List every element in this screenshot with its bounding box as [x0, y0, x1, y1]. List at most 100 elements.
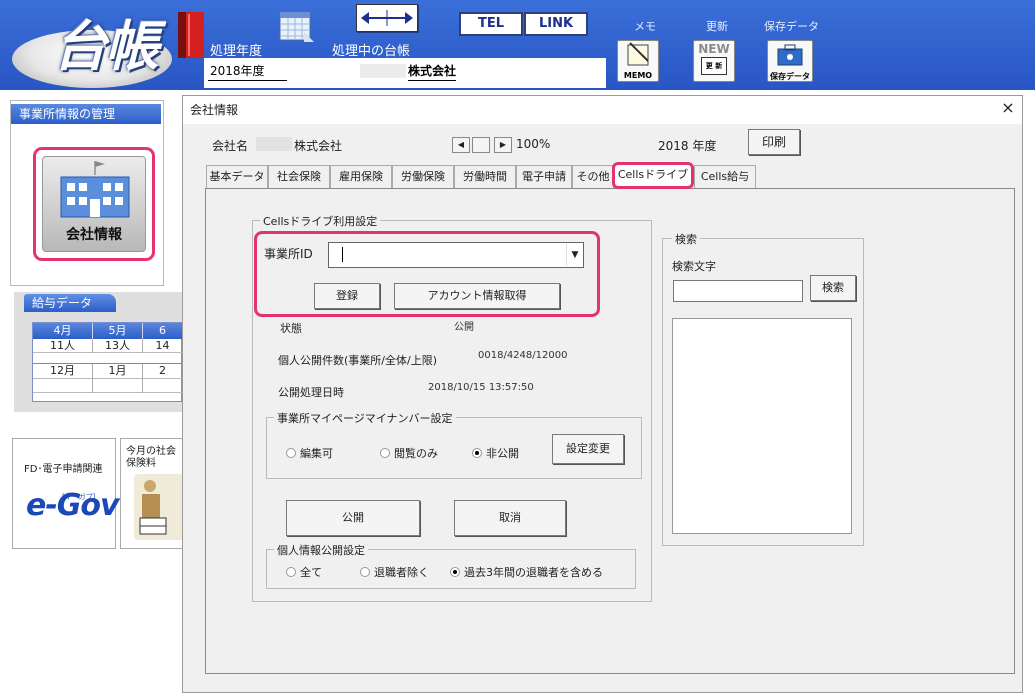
- dialog-title: 会社情報: [190, 103, 239, 117]
- zoom-level: 100%: [516, 137, 551, 151]
- personal-info-title: 個人情報公開設定: [274, 542, 368, 558]
- count-cell: 13人: [93, 339, 143, 353]
- social-insurance-label: 今月の社会保険料: [126, 446, 176, 469]
- zoom-in-button[interactable]: ▶: [494, 137, 512, 153]
- briefcase-icon: [777, 44, 803, 66]
- search-label: 検索文字: [672, 260, 716, 273]
- search-group-title: 検索: [672, 231, 700, 247]
- company-name-label: 会社名: [212, 139, 249, 153]
- public-datetime-label: 公開処理日時: [278, 386, 344, 399]
- egov-subtitle: [イーガブ]: [62, 493, 96, 501]
- tab-cells-drive[interactable]: Cellsドライブ: [612, 162, 694, 189]
- office-id-highlight: [254, 231, 600, 317]
- month-cell[interactable]: 1月: [93, 363, 143, 379]
- dialog-year: 2018 年度: [658, 139, 717, 153]
- switch-ledger-button[interactable]: [356, 4, 418, 32]
- count-cell: [143, 379, 183, 393]
- search-input[interactable]: [673, 280, 803, 302]
- link-button[interactable]: LINK: [524, 12, 588, 36]
- publish-button[interactable]: 公開: [286, 500, 420, 536]
- radio-view-only[interactable]: 閲覧のみ: [380, 445, 438, 461]
- change-settings-button[interactable]: 設定変更: [552, 434, 624, 464]
- current-company-value: 株式会社: [408, 62, 457, 81]
- radio-dot: [360, 567, 370, 577]
- salary-month-grid: 4月 5月 6 11人 13人 14 12月 1月 2: [32, 322, 183, 402]
- radio-exclude-retired[interactable]: 退職者除く: [360, 564, 429, 580]
- radio-dot-selected: [472, 448, 482, 458]
- tab-social-insurance[interactable]: 社会保険: [268, 165, 330, 188]
- count-cell: 11人: [33, 339, 93, 353]
- double-arrow-icon: [361, 10, 413, 26]
- app-logo: 台帳: [53, 14, 159, 78]
- radio-include-3years[interactable]: 過去3年間の退職者を含める: [450, 564, 603, 580]
- dialog-titlebar: [183, 96, 1022, 124]
- social-insurance-illustration-icon: [134, 474, 184, 540]
- search-results-list[interactable]: [672, 318, 852, 534]
- tab-working-hours[interactable]: 労働時間: [454, 165, 516, 188]
- tab-basic-data[interactable]: 基本データ: [206, 165, 268, 188]
- year-label: 処理年度: [210, 44, 263, 59]
- radio-label: 編集可: [300, 447, 333, 460]
- month-cell[interactable]: 12月: [33, 363, 93, 379]
- radio-editable[interactable]: 編集可: [286, 445, 333, 461]
- month-cell[interactable]: 4月: [33, 323, 93, 339]
- public-count-label: 個人公開件数(事業所/全体/上限): [278, 354, 437, 367]
- radio-dot: [286, 448, 296, 458]
- print-button[interactable]: 印刷: [748, 129, 800, 155]
- month-cell[interactable]: 2: [143, 363, 183, 379]
- salary-data-tab[interactable]: 給与データ: [24, 294, 116, 312]
- office-management-header: 事業所情報の管理: [11, 104, 161, 124]
- current-ledger-label: 処理中の台帳: [332, 44, 411, 59]
- memo-button[interactable]: MEMO: [617, 40, 659, 82]
- saved-tile-text: 保存データ: [770, 72, 810, 81]
- update-label: 更新: [706, 20, 728, 33]
- public-datetime-value: 2018/10/15 13:57:50: [428, 382, 534, 393]
- calendar-icon[interactable]: [278, 10, 316, 44]
- tab-cells-salary[interactable]: Cells給与: [694, 165, 756, 188]
- tab-employment-insurance[interactable]: 雇用保険: [330, 165, 392, 188]
- tab-e-application[interactable]: 電子申請: [516, 165, 572, 188]
- tel-button[interactable]: TEL: [459, 12, 523, 36]
- update-button[interactable]: NEW 更 新: [693, 40, 735, 82]
- cells-drive-settings-title: Cellsドライブ利用設定: [260, 213, 381, 229]
- public-count-value: 0018/4248/12000: [478, 350, 568, 361]
- zoom-slider-thumb[interactable]: [472, 137, 490, 153]
- month-cell[interactable]: 5月: [93, 323, 143, 339]
- radio-dot: [380, 448, 390, 458]
- memo-icon: [627, 42, 649, 66]
- fd-e-application-label: FD･電子申請関連: [24, 464, 103, 475]
- close-icon[interactable]: ×: [996, 96, 1020, 120]
- memo-label: メモ: [634, 20, 656, 33]
- memo-tile-text: MEMO: [623, 71, 653, 80]
- tab-other[interactable]: その他: [572, 165, 614, 188]
- radio-private[interactable]: 非公開: [472, 445, 519, 461]
- update-tile-sub: 更 新: [701, 57, 727, 75]
- mynumber-settings-title: 事業所マイページマイナンバー設定: [274, 410, 456, 426]
- company-name-value: 株式会社: [294, 139, 343, 153]
- count-cell: [33, 379, 93, 393]
- saved-data-label: 保存データ: [764, 20, 819, 33]
- saved-data-button[interactable]: 保存データ: [767, 40, 813, 82]
- tab-labor-insurance[interactable]: 労働保険: [392, 165, 454, 188]
- zoom-out-button[interactable]: ◀: [452, 137, 470, 153]
- redacted-company-name: [360, 64, 406, 78]
- year-value: 2018年度: [208, 62, 287, 81]
- ledger-book-icon[interactable]: [176, 10, 206, 60]
- radio-label: 退職者除く: [374, 566, 429, 579]
- count-cell: [93, 379, 143, 393]
- search-button[interactable]: 検索: [810, 275, 856, 301]
- radio-dot-selected: [450, 567, 460, 577]
- radio-all[interactable]: 全て: [286, 564, 322, 580]
- company-info-label: 会社情報: [66, 227, 122, 243]
- count-cell: 14: [143, 339, 183, 353]
- status-label: 状態: [280, 322, 302, 335]
- redacted-company-name: [256, 137, 292, 151]
- building-icon: [60, 161, 130, 218]
- new-badge: NEW: [698, 42, 730, 56]
- radio-label: 非公開: [486, 447, 519, 460]
- cancel-button[interactable]: 取消: [454, 500, 566, 536]
- radio-label: 閲覧のみ: [394, 447, 438, 460]
- status-value: 公開: [454, 322, 474, 333]
- radio-dot: [286, 567, 296, 577]
- month-cell[interactable]: 6: [143, 323, 183, 339]
